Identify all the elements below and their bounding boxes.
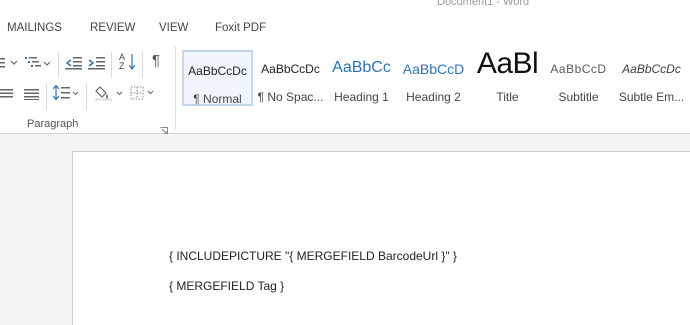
style-subtitle[interactable]: AaBbCcD Subtitle: [543, 50, 614, 106]
tab-review[interactable]: REVIEW: [90, 22, 135, 34]
borders-icon[interactable]: [130, 86, 158, 100]
style-preview: AaBbCcD: [402, 61, 465, 77]
style-title[interactable]: AaBl Title: [472, 47, 543, 106]
style-preview: AaBbCc: [332, 59, 391, 76]
tab-view[interactable]: VIEW: [159, 22, 188, 34]
style-label: Subtitle: [558, 90, 599, 104]
style-label: ¶ No Spac...: [257, 90, 324, 104]
justify-icon[interactable]: [0, 88, 14, 100]
style-heading-1[interactable]: AaBbCc Heading 1: [326, 50, 397, 106]
style-no-spacing[interactable]: AaBbCcDc ¶ No Spac...: [255, 50, 326, 106]
document-title: Document1 - Word: [437, 0, 530, 8]
bullets-icon[interactable]: [0, 57, 18, 69]
style-subtle-emphasis[interactable]: AaBbCcDc Subtle Em...: [616, 50, 687, 106]
separator: [58, 52, 59, 78]
line-spacing-icon[interactable]: [53, 85, 79, 101]
separator: [46, 84, 47, 110]
field-code-mergefield-tag[interactable]: { MERGEFIELD Tag }: [169, 279, 284, 293]
style-preview: AaBbCcDc: [261, 62, 320, 76]
title-bar: Document1 - Word: [0, 0, 690, 14]
style-label: Heading 2: [406, 90, 461, 104]
decrease-indent-icon[interactable]: [65, 56, 83, 70]
group-separator: [175, 46, 176, 130]
style-label: Title: [496, 90, 519, 104]
multilevel-list-icon[interactable]: [24, 56, 52, 70]
field-code-includepicture[interactable]: { INCLUDEPICTURE "{ MERGEFIELD BarcodeUr…: [169, 249, 457, 263]
separator: [86, 84, 87, 110]
ribbon-tab-bar: MAILINGS REVIEW VIEW Foxit PDF: [0, 14, 690, 44]
tab-mailings[interactable]: MAILINGS: [7, 22, 62, 34]
shading-icon[interactable]: [95, 85, 127, 101]
style-label: Heading 1: [334, 90, 389, 104]
separator: [111, 52, 112, 78]
sort-arrow-icon: [129, 54, 135, 70]
style-preview: AaBl: [476, 47, 539, 80]
ribbon: A Z ¶ Paragraph AaBbCcDc ¶ Normal AaBbCc…: [0, 44, 690, 135]
style-preview: AaBbCcDc: [188, 64, 247, 78]
show-formatting-marks-icon[interactable]: ¶: [152, 53, 160, 68]
document-area: { INCLUDEPICTURE "{ MERGEFIELD BarcodeUr…: [0, 134, 690, 325]
style-heading-2[interactable]: AaBbCcD Heading 2: [398, 50, 469, 106]
style-label: ¶ Normal: [193, 92, 242, 106]
paragraph-dialog-launcher-icon[interactable]: [160, 122, 168, 135]
paragraph-group-label: Paragraph: [27, 118, 79, 130]
document-page[interactable]: { INCLUDEPICTURE "{ MERGEFIELD BarcodeUr…: [72, 151, 690, 325]
style-preview: AaBbCcD: [550, 62, 607, 76]
style-preview: AaBbCcDc: [622, 62, 681, 76]
tab-foxit-pdf[interactable]: Foxit PDF: [215, 22, 266, 34]
separator: [142, 52, 143, 78]
align-distributed-icon[interactable]: [24, 88, 40, 100]
styles-gallery: AaBbCcDc ¶ Normal AaBbCcDc ¶ No Spac... …: [179, 47, 690, 108]
increase-indent-icon[interactable]: [88, 56, 106, 70]
style-normal[interactable]: AaBbCcDc ¶ Normal: [182, 50, 253, 106]
style-label: Subtle Em...: [618, 90, 685, 104]
